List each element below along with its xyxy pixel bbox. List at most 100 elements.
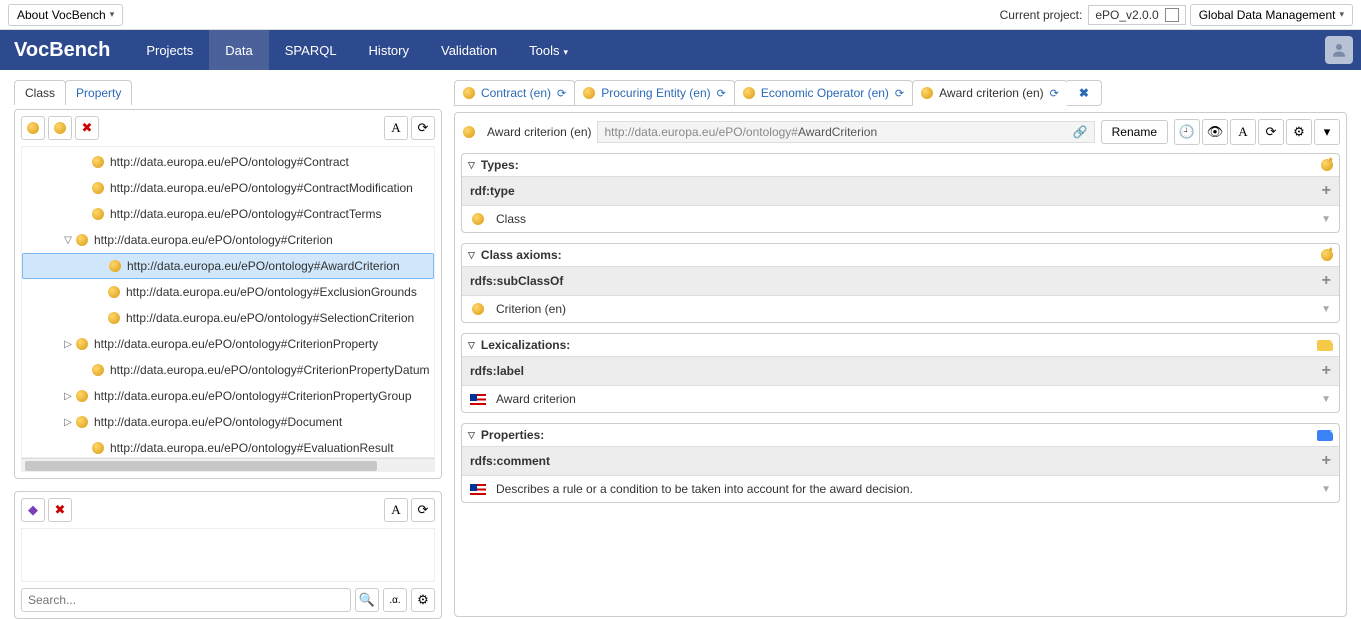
nav-validation[interactable]: Validation	[425, 30, 513, 70]
class-icon	[109, 260, 121, 272]
tree-row[interactable]: http://data.europa.eu/ePO/ontology#Selec…	[22, 305, 434, 331]
link-icon[interactable]: 🔗	[1073, 125, 1088, 139]
resource-header: Award criterion (en) http://data.europa.…	[461, 119, 1340, 145]
tree-label: http://data.europa.eu/ePO/ontology#Crite…	[94, 337, 378, 351]
nav-tools[interactable]: Tools	[513, 30, 584, 70]
class-icon	[108, 286, 120, 298]
tree-row[interactable]: ▷ http://data.europa.eu/ePO/ontology#Docu…	[22, 409, 434, 435]
nav-history[interactable]: History	[353, 30, 425, 70]
refresh-icon[interactable]: ⟳	[557, 87, 566, 100]
chevron-down-icon[interactable]: ▼	[1321, 214, 1331, 225]
add-axiom-icon[interactable]	[1321, 249, 1333, 261]
add-type-icon[interactable]	[1321, 159, 1333, 171]
refresh-icon[interactable]: ⟳	[895, 87, 904, 100]
add-prop-icon[interactable]	[1317, 430, 1333, 441]
collapse-icon[interactable]: ▽	[468, 160, 475, 171]
history-button[interactable]: 🕘	[1174, 119, 1200, 145]
chevron-down-icon[interactable]: ▼	[1321, 484, 1331, 495]
value-label[interactable]: Award criterion▼	[462, 386, 1339, 412]
font-button-2[interactable]: A	[384, 498, 408, 522]
close-tab-button[interactable]: ✖	[1067, 80, 1102, 106]
chevron-down-icon[interactable]: ▼	[1321, 304, 1331, 315]
tree-row[interactable]: http://data.europa.eu/ePO/ontology#Exclu…	[22, 279, 434, 305]
refresh-button[interactable]: ⟳	[411, 116, 435, 140]
tree-row[interactable]: ▷ http://data.europa.eu/ePO/ontology#Crit…	[22, 331, 434, 357]
prop-rdf-type: rdf:type+	[462, 176, 1339, 206]
nav-data[interactable]: Data	[209, 30, 268, 70]
more-button[interactable]: ▾	[1314, 119, 1340, 145]
tree-row[interactable]: ▽http://data.europa.eu/ePO/ontology#Crit…	[22, 227, 434, 253]
refresh-button-2[interactable]: ⟳	[411, 498, 435, 522]
expand-icon[interactable]: ▷	[62, 417, 74, 428]
add-value-button[interactable]: +	[1322, 182, 1331, 200]
add-value-button[interactable]: +	[1322, 272, 1331, 290]
collapse-icon[interactable]: ▽	[468, 340, 475, 351]
tree-row[interactable]: http://data.europa.eu/ePO/ontology#Evalu…	[22, 435, 434, 458]
tree-label: http://data.europa.eu/ePO/ontology#Docum…	[94, 415, 342, 429]
tree-row[interactable]: http://data.europa.eu/ePO/ontology#Contr…	[22, 175, 434, 201]
search-input[interactable]	[21, 588, 351, 612]
collapse-icon[interactable]: ▽	[468, 430, 475, 441]
rtab-procuring-entity[interactable]: Procuring Entity (en)⟳	[574, 80, 735, 106]
settings-button[interactable]: ⚙	[1286, 119, 1312, 145]
tree-horizontal-scrollbar[interactable]	[21, 458, 435, 472]
tree-label: http://data.europa.eu/ePO/ontology#Selec…	[126, 311, 414, 325]
rtab-economic-operator[interactable]: Economic Operator (en)⟳	[734, 80, 913, 106]
value-comment[interactable]: Describes a rule or a condition to be ta…	[462, 476, 1339, 502]
expand-icon[interactable]: ▽	[62, 235, 74, 246]
global-data-mgmt-dropdown[interactable]: Global Data Management	[1190, 4, 1353, 26]
rename-button[interactable]: Rename	[1101, 120, 1168, 144]
expand-icon[interactable]: ▷	[62, 339, 74, 350]
tab-class[interactable]: Class	[14, 80, 66, 105]
tree-row[interactable]: http://data.europa.eu/ePO/ontology#Award…	[22, 253, 434, 279]
refresh-button-3[interactable]: ⟳	[1258, 119, 1284, 145]
tree-row[interactable]: http://data.europa.eu/ePO/ontology#Contr…	[22, 149, 434, 175]
tree-label: http://data.europa.eu/ePO/ontology#Crite…	[110, 363, 430, 377]
view-button[interactable]: 👁	[1202, 119, 1228, 145]
rtab-contract[interactable]: Contract (en)⟳	[454, 80, 575, 106]
rtab-award-criterion[interactable]: Award criterion (en)⟳	[912, 80, 1068, 106]
font-button-3[interactable]: A	[1230, 119, 1256, 145]
tree-row[interactable]: http://data.europa.eu/ePO/ontology#Contr…	[22, 201, 434, 227]
value-class[interactable]: Class▼	[462, 206, 1339, 232]
left-tabs: Class Property	[14, 80, 442, 105]
add-lex-icon[interactable]	[1317, 340, 1333, 351]
collapse-icon[interactable]: ▽	[468, 250, 475, 261]
tree-scroll[interactable]: http://data.europa.eu/ePO/ontology#Contr…	[21, 146, 435, 458]
tab-property[interactable]: Property	[65, 80, 132, 105]
tree-panel: ✖ A ⟳ http://data.europa.eu/ePO/ontology…	[14, 109, 442, 479]
nav-sparql[interactable]: SPARQL	[269, 30, 353, 70]
current-project-box[interactable]: ePO_v2.0.0	[1088, 5, 1185, 25]
search-button[interactable]: 🔍	[355, 588, 379, 612]
tree-label: http://data.europa.eu/ePO/ontology#Contr…	[110, 155, 349, 169]
add-instance-button[interactable]: ◆	[21, 498, 45, 522]
search-alpha-button[interactable]: .α.	[383, 588, 407, 612]
add-class-button[interactable]	[21, 116, 45, 140]
add-value-button[interactable]: +	[1322, 452, 1331, 470]
section-class-axioms: ▽Class axioms: rdfs:subClassOf+ Criterio…	[461, 243, 1340, 323]
value-criterion[interactable]: Criterion (en)▼	[462, 296, 1339, 322]
add-subclass-button[interactable]	[48, 116, 72, 140]
tree-label: http://data.europa.eu/ePO/ontology#Exclu…	[126, 285, 417, 299]
search-settings-button[interactable]: ⚙	[411, 588, 435, 612]
project-icon	[1165, 8, 1179, 22]
class-icon	[76, 390, 88, 402]
close-icon: ✖	[1075, 86, 1093, 100]
expand-icon[interactable]: ▷	[62, 391, 74, 402]
font-button[interactable]: A	[384, 116, 408, 140]
tree-row[interactable]: http://data.europa.eu/ePO/ontology#Crite…	[22, 357, 434, 383]
nav-projects[interactable]: Projects	[130, 30, 209, 70]
add-value-button[interactable]: +	[1322, 362, 1331, 380]
tree-label: http://data.europa.eu/ePO/ontology#Crite…	[94, 389, 412, 403]
about-dropdown[interactable]: About VocBench	[8, 4, 123, 26]
refresh-icon[interactable]: ⟳	[1050, 87, 1059, 100]
chevron-down-icon[interactable]: ▼	[1321, 394, 1331, 405]
delete-instance-button[interactable]: ✖	[48, 498, 72, 522]
tree-toolbar: ✖ A ⟳	[21, 116, 435, 140]
instances-list	[21, 528, 435, 582]
delete-class-button[interactable]: ✖	[75, 116, 99, 140]
tree-row[interactable]: ▷ http://data.europa.eu/ePO/ontology#Crit…	[22, 383, 434, 409]
user-icon[interactable]	[1325, 36, 1353, 64]
refresh-icon[interactable]: ⟳	[717, 87, 726, 100]
prop-rdfs-label: rdfs:label+	[462, 356, 1339, 386]
